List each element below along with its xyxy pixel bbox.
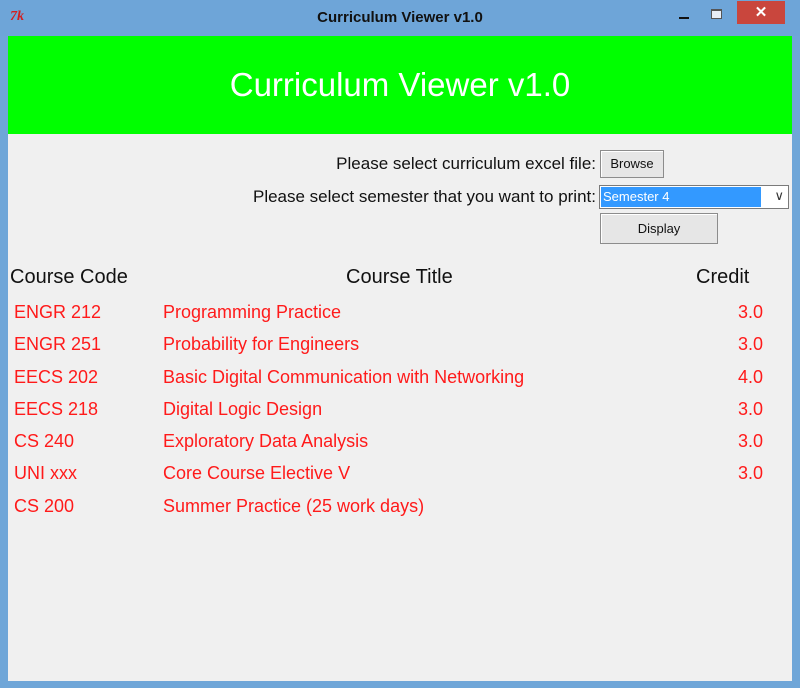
title-bar: 7k Curriculum Viewer v1.0 ✕ — [0, 0, 800, 36]
course-credit: 3.0 — [737, 302, 763, 322]
course-title: Summer Practice (25 work days) — [163, 495, 425, 516]
course-code: CS 240 — [14, 431, 75, 452]
course-code: UNI xxx — [14, 463, 77, 484]
course-credit: 3.0 — [737, 431, 763, 452]
course-code: ENGR 212 — [14, 302, 102, 322]
course-title: Core Course Elective V — [163, 463, 351, 484]
course-title: Basic Digital Communication with Network… — [163, 366, 525, 387]
browse-button[interactable]: Browse — [600, 150, 664, 178]
course-credit: 3.0 — [737, 463, 763, 484]
close-icon: ✕ — [754, 4, 768, 21]
column-header-credit: Credit — [696, 266, 750, 288]
maximize-button[interactable] — [704, 4, 728, 24]
display-button[interactable]: Display — [600, 213, 718, 244]
course-title: Digital Logic Design — [163, 398, 323, 419]
file-select-label: Please select curriculum excel file: — [336, 154, 596, 173]
course-row: ENGR 251 Probability for Engineers 3.0 — [8, 334, 792, 366]
course-list: ENGR 212 Programming Practice 3.0 ENGR 2… — [8, 302, 792, 528]
course-credit: 3.0 — [737, 334, 763, 355]
course-row: CS 240 Exploratory Data Analysis 3.0 — [8, 431, 792, 463]
chevron-down-icon[interactable]: ∨ — [774, 188, 784, 204]
course-credit: 4.0 — [737, 366, 763, 387]
semester-dropdown[interactable]: Semester 4 ∨ — [599, 185, 789, 209]
course-row: EECS 202 Basic Digital Communication wit… — [8, 367, 792, 399]
course-credit: 3.0 — [737, 398, 763, 419]
course-code: CS 200 — [14, 495, 75, 516]
column-header-title: Course Title — [346, 266, 453, 288]
course-title: Programming Practice — [163, 302, 342, 322]
semester-select-label: Please select semester that you want to … — [252, 187, 596, 206]
course-row: CS 200 Summer Practice (25 work days) — [8, 496, 792, 528]
minimize-button[interactable] — [672, 4, 696, 24]
course-row: EECS 218 Digital Logic Design 3.0 — [8, 399, 792, 431]
course-code: EECS 218 — [14, 398, 99, 419]
course-title: Exploratory Data Analysis — [163, 431, 369, 452]
column-header-code: Course Code — [10, 266, 128, 288]
course-code: EECS 202 — [14, 366, 99, 387]
close-button[interactable]: ✕ — [737, 1, 785, 24]
course-row: ENGR 212 Programming Practice 3.0 — [8, 302, 792, 334]
header-banner: Curriculum Viewer v1.0 — [8, 36, 792, 134]
semester-selected-value: Semester 4 — [601, 187, 761, 207]
main-content: Curriculum Viewer v1.0 Please select cur… — [8, 36, 792, 681]
course-code: ENGR 251 — [14, 334, 102, 355]
course-row: UNI xxx Core Course Elective V 3.0 — [8, 463, 792, 495]
course-title: Probability for Engineers — [163, 334, 360, 355]
